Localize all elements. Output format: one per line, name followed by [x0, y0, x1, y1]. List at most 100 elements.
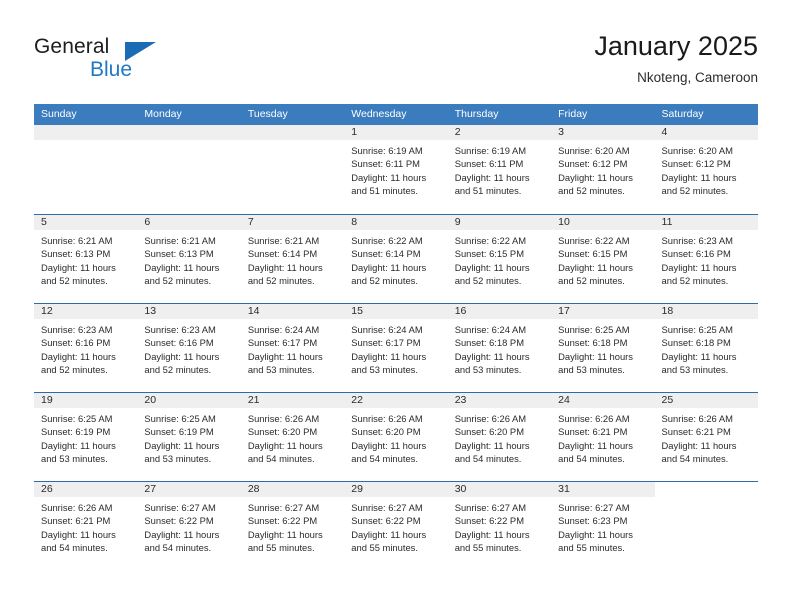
calendar-day-cell[interactable]: 8 Sunrise: 6:22 AM Sunset: 6:14 PM Daylight…	[344, 215, 448, 303]
calendar-day-cell[interactable]: 31 Sunrise: 6:27 AM Sunset: 6:23 PM Dayligh…	[551, 482, 655, 570]
calendar-day-cell[interactable]: 6 Sunrise: 6:21 AM Sunset: 6:13 PM Daylight…	[137, 215, 241, 303]
sunrise-time: Sunrise: 6:26 AM	[454, 413, 527, 424]
sunset-time: Sunset: 6:18 PM	[454, 337, 524, 349]
calendar-day-cell[interactable]: 17 Sunrise: 6:25 AM Sunset: 6:18 PM Dayligh…	[551, 304, 655, 392]
day-sun-info: Sunrise: 6:27 AM Sunset: 6:22 PM Daylight:…	[241, 497, 344, 555]
day-number: 12	[34, 304, 138, 319]
day-number: 20	[137, 393, 241, 408]
daylight-duration-line1: Daylight: 11 hours	[247, 261, 323, 273]
calendar-day-cell[interactable]: 18 Sunrise: 6:25 AM Sunset: 6:18 PM Dayligh…	[654, 304, 758, 392]
calendar-day-cell[interactable]: 4 Sunrise: 6:20 AM Sunset: 6:12 PM Daylight…	[654, 125, 758, 214]
sunset-time: Sunset: 6:17 PM	[247, 337, 318, 349]
calendar-day-cell[interactable]: 21 Sunrise: 6:26 AM Sunset: 6:20 PM Dayligh…	[240, 393, 345, 481]
calendar-cell-empty	[34, 125, 138, 214]
day-sun-info: Sunrise: 6:21 AM Sunset: 6:13 PM Daylight:…	[34, 230, 137, 288]
day-number: 7	[240, 215, 345, 230]
sunset-time: Sunset: 6:22 PM	[351, 515, 421, 527]
calendar-day-cell[interactable]: 9 Sunrise: 6:22 AM Sunset: 6:15 PM Daylight…	[447, 215, 552, 303]
day-sun-info: Sunrise: 6:27 AM Sunset: 6:23 PM Daylight:…	[551, 497, 654, 555]
calendar-day-cell[interactable]: 24 Sunrise: 6:26 AM Sunset: 6:21 PM Dayligh…	[551, 393, 655, 481]
calendar-day-cell[interactable]: 29 Sunrise: 6:27 AM Sunset: 6:22 PM Dayligh…	[344, 482, 448, 570]
weekday-header-monday: Monday	[144, 108, 182, 120]
calendar-day-cell[interactable]: 3 Sunrise: 6:20 AM Sunset: 6:12 PM Daylight…	[551, 125, 655, 214]
sunset-time: Sunset: 6:22 PM	[144, 515, 214, 527]
day-number: 30	[447, 482, 552, 497]
calendar-day-cell[interactable]: 19 Sunrise: 6:25 AM Sunset: 6:19 PM Dayligh…	[34, 393, 138, 481]
calendar-day-cell[interactable]: 13 Sunrise: 6:23 AM Sunset: 6:16 PM Dayligh…	[137, 304, 241, 392]
day-number: 27	[137, 482, 241, 497]
calendar-day-cell[interactable]: 26 Sunrise: 6:26 AM Sunset: 6:21 PM Dayligh…	[34, 482, 138, 570]
day-number: 23	[447, 393, 552, 408]
daylight-duration-line1: Daylight: 11 hours	[661, 261, 737, 273]
title-block: January 2025 Nkoteng, Cameroon	[594, 30, 758, 88]
daylight-duration-line1: Daylight: 11 hours	[351, 350, 427, 362]
calendar-day-cell[interactable]: 2 Sunrise: 6:19 AM Sunset: 6:11 PM Daylight…	[447, 125, 552, 214]
calendar-day-cell[interactable]: 20 Sunrise: 6:25 AM Sunset: 6:19 PM Dayligh…	[137, 393, 241, 481]
day-number: 29	[344, 482, 448, 497]
sunset-time: Sunset: 6:20 PM	[351, 426, 421, 438]
daylight-duration-line1: Daylight: 11 hours	[144, 439, 220, 451]
day-sun-info: Sunrise: 6:25 AM Sunset: 6:18 PM Daylight:…	[551, 319, 654, 377]
day-sun-info: Sunrise: 6:27 AM Sunset: 6:22 PM Daylight:…	[344, 497, 447, 555]
sunset-time: Sunset: 6:16 PM	[41, 337, 111, 349]
daylight-duration-line1: Daylight: 11 hours	[144, 261, 220, 273]
calendar-week-row: 19 Sunrise: 6:25 AM Sunset: 6:19 PM Dayligh…	[34, 392, 758, 481]
daylight-duration-line1: Daylight: 11 hours	[558, 171, 633, 183]
daylight-duration-line2: and 53 minutes.	[351, 364, 418, 376]
sunrise-time: Sunrise: 6:25 AM	[144, 413, 216, 424]
calendar-day-cell[interactable]: 7 Sunrise: 6:21 AM Sunset: 6:14 PM Daylight…	[240, 215, 345, 303]
daylight-duration-line1: Daylight: 11 hours	[454, 528, 530, 540]
sunrise-time: Sunrise: 6:21 AM	[247, 235, 320, 246]
calendar-day-cell[interactable]: 12 Sunrise: 6:23 AM Sunset: 6:16 PM Dayligh…	[34, 304, 138, 392]
calendar-day-cell[interactable]: 14 Sunrise: 6:24 AM Sunset: 6:17 PM Dayligh…	[240, 304, 345, 392]
calendar-day-cell[interactable]: 30 Sunrise: 6:27 AM Sunset: 6:22 PM Dayligh…	[447, 482, 552, 570]
calendar-day-cell[interactable]: 23 Sunrise: 6:26 AM Sunset: 6:20 PM Dayligh…	[447, 393, 552, 481]
daylight-duration-line1: Daylight: 11 hours	[247, 350, 323, 362]
daylight-duration-line2: and 54 minutes.	[351, 453, 418, 465]
calendar-day-cell[interactable]: 5 Sunrise: 6:21 AM Sunset: 6:13 PM Daylight…	[34, 215, 138, 303]
calendar-day-cell[interactable]: 11 Sunrise: 6:23 AM Sunset: 6:16 PM Dayligh…	[654, 215, 758, 303]
daylight-duration-line2: and 53 minutes.	[144, 453, 212, 465]
calendar-week-row: 5 Sunrise: 6:21 AM Sunset: 6:13 PM Daylight…	[34, 214, 758, 303]
daylight-duration-line2: and 51 minutes.	[454, 185, 522, 197]
sunset-time: Sunset: 6:20 PM	[454, 426, 524, 438]
day-number: 1	[344, 125, 448, 140]
sunrise-time: Sunrise: 6:26 AM	[351, 413, 423, 424]
day-number: 26	[34, 482, 138, 497]
daylight-duration-line1: Daylight: 11 hours	[661, 171, 737, 183]
day-number: 13	[137, 304, 241, 319]
calendar-day-cell[interactable]: 10 Sunrise: 6:22 AM Sunset: 6:15 PM Dayligh…	[551, 215, 655, 303]
sunrise-time: Sunrise: 6:22 AM	[558, 235, 630, 246]
day-sun-info: Sunrise: 6:26 AM Sunset: 6:20 PM Daylight:…	[448, 408, 551, 466]
daylight-duration-line2: and 55 minutes.	[351, 542, 418, 554]
general-blue-logo[interactable]: General Blue	[34, 35, 234, 95]
calendar-day-cell[interactable]: 27 Sunrise: 6:27 AM Sunset: 6:22 PM Dayligh…	[137, 482, 241, 570]
day-number: 25	[654, 393, 758, 408]
calendar-day-cell[interactable]: 1 Sunrise: 6:19 AM Sunset: 6:11 PM Daylight…	[344, 125, 448, 214]
calendar-day-cell[interactable]: 15 Sunrise: 6:24 AM Sunset: 6:17 PM Dayligh…	[344, 304, 448, 392]
daylight-duration-line1: Daylight: 11 hours	[351, 171, 427, 183]
daylight-duration-line1: Daylight: 11 hours	[144, 528, 220, 540]
daylight-duration-line1: Daylight: 11 hours	[661, 439, 737, 451]
sunrise-time: Sunrise: 6:27 AM	[558, 502, 630, 513]
calendar-week-row: 1 Sunrise: 6:19 AM Sunset: 6:11 PM Daylight…	[34, 125, 758, 214]
calendar-day-cell[interactable]: 16 Sunrise: 6:24 AM Sunset: 6:18 PM Dayligh…	[447, 304, 552, 392]
daylight-duration-line2: and 52 minutes.	[661, 185, 729, 197]
page-header: General Blue January 2025 Nkoteng, Camer…	[34, 30, 758, 98]
sunrise-time: Sunrise: 6:23 AM	[144, 324, 216, 335]
day-sun-info: Sunrise: 6:19 AM Sunset: 6:11 PM Daylight:…	[448, 140, 551, 198]
sunset-time: Sunset: 6:15 PM	[558, 248, 628, 260]
sunrise-time: Sunrise: 6:25 AM	[661, 324, 733, 335]
daylight-duration-line1: Daylight: 11 hours	[41, 439, 116, 451]
day-number: 6	[137, 215, 241, 230]
calendar-day-cell[interactable]: 25 Sunrise: 6:26 AM Sunset: 6:21 PM Dayligh…	[654, 393, 758, 481]
sunrise-time: Sunrise: 6:26 AM	[247, 413, 320, 424]
calendar-day-cell[interactable]: 22 Sunrise: 6:26 AM Sunset: 6:20 PM Dayligh…	[344, 393, 448, 481]
day-sun-info: Sunrise: 6:23 AM Sunset: 6:16 PM Daylight:…	[655, 230, 758, 288]
day-sun-info: Sunrise: 6:26 AM Sunset: 6:21 PM Daylight:…	[551, 408, 654, 466]
sunrise-time: Sunrise: 6:25 AM	[558, 324, 630, 335]
daylight-duration-line1: Daylight: 11 hours	[351, 528, 427, 540]
calendar-day-cell[interactable]: 28 Sunrise: 6:27 AM Sunset: 6:22 PM Dayligh…	[240, 482, 345, 570]
daylight-duration-line2: and 52 minutes.	[661, 275, 729, 287]
sunset-time: Sunset: 6:22 PM	[454, 515, 524, 527]
